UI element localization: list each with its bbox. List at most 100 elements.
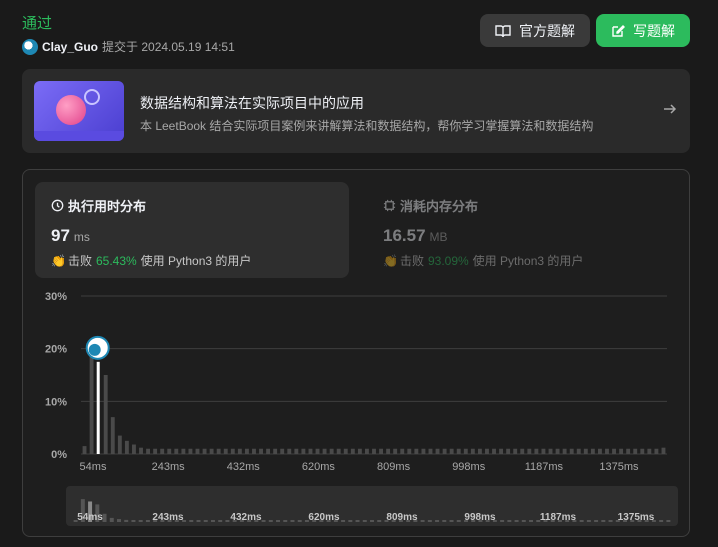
mini-bar: [355, 520, 360, 522]
mini-x-tick-label: 243ms: [152, 512, 184, 523]
bar: [139, 447, 143, 454]
bar: [534, 448, 539, 454]
mini-x-tick-label: 1375ms: [618, 512, 655, 523]
bar: [124, 440, 129, 454]
bar: [407, 448, 412, 454]
runtime-value: 97 ms: [51, 226, 90, 245]
y-tick-label: 10%: [45, 396, 67, 408]
submission-header: 通过 Clay_Guo 提交于 2024.05.19 14:51 官方题解 写题…: [22, 10, 692, 58]
bar: [633, 448, 638, 454]
mini-bar: [276, 520, 281, 522]
mini-bar: [218, 520, 223, 522]
mini-x-tick-label: 1187ms: [540, 512, 577, 523]
memory-value: 16.57 MB: [383, 226, 448, 245]
mini-bar: [427, 520, 432, 522]
tab-runtime-distribution[interactable]: 执行用时分布 97 ms 👏 击败 65.43% 使用 Python3 的用户: [35, 182, 349, 278]
bar: [110, 417, 115, 454]
bar: [308, 448, 313, 454]
mini-bar: [109, 517, 114, 522]
bar: [520, 448, 525, 454]
bar: [117, 435, 122, 454]
bar: [612, 448, 616, 454]
memory-tab-label: 消耗内存分布: [383, 196, 478, 215]
bar: [386, 448, 391, 454]
memory-beats-percent: 93.09%: [427, 253, 469, 268]
write-solution-button[interactable]: 写题解: [596, 14, 690, 47]
bar: [569, 448, 574, 454]
bar: [562, 448, 567, 454]
bar: [414, 448, 419, 454]
chart-range-selector[interactable]: 54ms 243ms 432ms 620ms 809ms 998ms 1187ms 1375m…: [66, 486, 678, 526]
bar: [329, 448, 334, 454]
runtime-distribution-chart[interactable]: 0% 10% 20% 30% 54ms 243ms 432ms 620ms 809ms 998ms…: [23, 280, 689, 480]
bar: [513, 448, 518, 454]
bar: [223, 448, 228, 454]
runtime-tab-label: 执行用时分布: [51, 196, 146, 215]
bar: [216, 448, 221, 454]
username[interactable]: Clay_Guo: [42, 40, 98, 54]
x-tick-label: 54ms: [80, 461, 107, 473]
bar: [626, 448, 631, 454]
x-tick-label: 809ms: [377, 461, 411, 473]
mini-bar: [659, 520, 664, 522]
mini-bar: [117, 519, 121, 522]
bar: [499, 448, 504, 454]
arrow-right-icon[interactable]: [662, 101, 678, 122]
mini-bar: [601, 520, 606, 522]
bar: [555, 448, 560, 454]
mini-bar: [131, 520, 136, 522]
bar: [379, 448, 384, 454]
mini-bar: [362, 520, 367, 522]
mini-bar: [268, 520, 273, 522]
bar: [195, 448, 200, 454]
mini-bar: [189, 520, 194, 522]
leetbook-card[interactable]: 数据结构和算法在实际项目中的应用 本 LeetBook 结合实际项目案例来讲解算…: [22, 69, 690, 153]
avatar[interactable]: [22, 38, 38, 55]
x-tick-label: 620ms: [302, 461, 336, 473]
bar: [647, 448, 652, 454]
mini-bar: [521, 520, 526, 522]
bar: [421, 448, 426, 454]
mini-bar: [456, 520, 461, 522]
mini-x-tick-label: 432ms: [230, 512, 262, 523]
edit-icon: [612, 24, 625, 37]
mini-bar: [145, 520, 150, 522]
mini-bar: [348, 520, 353, 522]
y-tick-label: 0%: [51, 449, 67, 461]
submitted-time: 提交于 2024.05.19 14:51: [102, 40, 235, 54]
official-solution-button[interactable]: 官方题解: [480, 14, 590, 47]
mini-x-tick-label: 809ms: [386, 512, 418, 523]
bar: [280, 448, 285, 454]
mini-distribution-chart[interactable]: 54ms 243ms 432ms 620ms 809ms 998ms 1187ms 1375m…: [66, 486, 678, 526]
performance-panel: 执行用时分布 97 ms 👏 击败 65.43% 使用 Python3 的用户 消…: [22, 169, 690, 537]
runtime-beats: 👏 击败 65.43% 使用 Python3 的用户: [51, 253, 252, 269]
bar: [442, 448, 447, 454]
bar: [167, 448, 172, 454]
mini-bar: [449, 520, 454, 522]
mini-bar: [290, 520, 295, 522]
mini-bar: [435, 520, 440, 522]
bar: [237, 448, 242, 454]
mini-bar: [500, 520, 505, 522]
highlight-bar: [96, 361, 100, 454]
bar: [449, 448, 454, 454]
mini-bar: [196, 520, 201, 522]
mini-bar: [210, 520, 215, 522]
bar: [287, 448, 292, 454]
bar: [463, 448, 468, 454]
bar: [273, 448, 278, 454]
bar: [590, 448, 595, 454]
bar: [640, 448, 645, 454]
x-tick-label: 1375ms: [599, 461, 639, 473]
mini-bar: [586, 520, 591, 522]
bar: [597, 448, 602, 454]
mini-x-tick-label: 998ms: [464, 512, 496, 523]
tab-memory-distribution[interactable]: 消耗内存分布 16.57 MB 👏 击败 93.09% 使用 Python3 的用…: [367, 182, 681, 278]
bar: [576, 448, 581, 454]
bar: [541, 448, 546, 454]
bar: [661, 447, 666, 454]
bar: [294, 448, 299, 454]
bar: [506, 448, 511, 454]
bar: [527, 448, 532, 454]
mini-bar: [261, 520, 266, 522]
